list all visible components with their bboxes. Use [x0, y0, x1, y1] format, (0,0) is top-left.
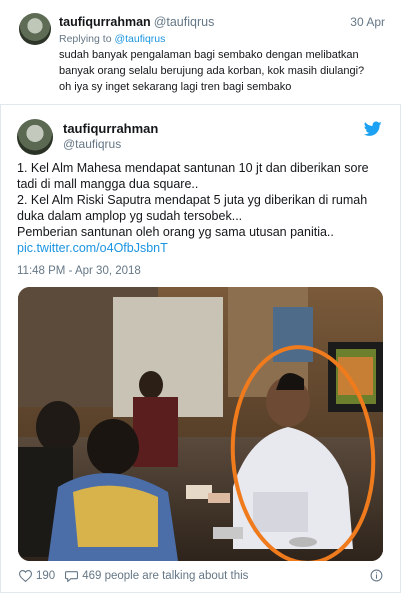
- tweet-timestamp[interactable]: 11:48 PM - Apr 30, 2018: [17, 265, 141, 277]
- author-handle[interactable]: @taufiqrus: [154, 15, 215, 29]
- replying-to: Replying to @taufiqrus: [59, 33, 165, 45]
- tweet-text-line: 2. Kel Alm Riski Saputra mendapat 5 juta…: [17, 193, 368, 207]
- tweet-text: 1. Kel Alm Mahesa mendapat santunan 10 j…: [17, 160, 387, 256]
- avatar[interactable]: [17, 119, 53, 155]
- tweet-actions: 190 469 people are talking about this: [19, 570, 258, 582]
- photo-scene: [18, 287, 383, 561]
- heart-icon: [19, 570, 32, 582]
- talking-button[interactable]: 469 people are talking about this: [65, 570, 248, 582]
- reply-tweet[interactable]: taufiqurrahman @taufiqrus 30 Apr Replying…: [0, 0, 401, 105]
- twitter-bird-icon[interactable]: [364, 121, 382, 137]
- tweet-text-line: duka dalam amplop yg sudah tersobek...: [17, 209, 243, 223]
- info-icon[interactable]: [370, 569, 383, 582]
- avatar[interactable]: [19, 13, 51, 45]
- reply-text-line: sudah banyak pengalaman bagi sembako den…: [59, 49, 359, 61]
- author-name[interactable]: taufiqurrahman: [63, 121, 158, 136]
- author-name[interactable]: taufiqurrahman: [59, 15, 151, 29]
- tweet-text-line: 1. Kel Alm Mahesa mendapat santunan 10 j…: [17, 161, 369, 175]
- reply-text-line: oh iya sy inget sekarang lagi tren bagi …: [59, 81, 292, 93]
- tweet-text-line: tadi di mall mangga dua square..: [17, 177, 199, 191]
- speech-bubble-icon: [65, 571, 79, 582]
- like-button[interactable]: 190: [19, 570, 55, 582]
- reply-text: sudah banyak pengalaman bagi sembako den…: [59, 47, 389, 95]
- talking-text: 469 people are talking about this: [82, 570, 249, 582]
- replying-to-link[interactable]: @taufiqrus: [114, 33, 165, 45]
- author-handle[interactable]: @taufiqrus: [63, 137, 121, 151]
- replying-prefix: Replying to: [59, 33, 112, 45]
- tweet-date[interactable]: 30 Apr: [350, 15, 385, 29]
- reply-text-line: banyak orang selalu berujung ada korban,…: [59, 65, 365, 77]
- tweet-photo[interactable]: [18, 287, 383, 561]
- reply-author[interactable]: taufiqurrahman @taufiqrus: [59, 15, 214, 29]
- pic-link[interactable]: pic.twitter.com/o4OfbJsbnT: [17, 240, 387, 256]
- like-count: 190: [36, 570, 56, 582]
- tweet-text-line: Pemberian santunan oleh orang yg sama ut…: [17, 225, 334, 239]
